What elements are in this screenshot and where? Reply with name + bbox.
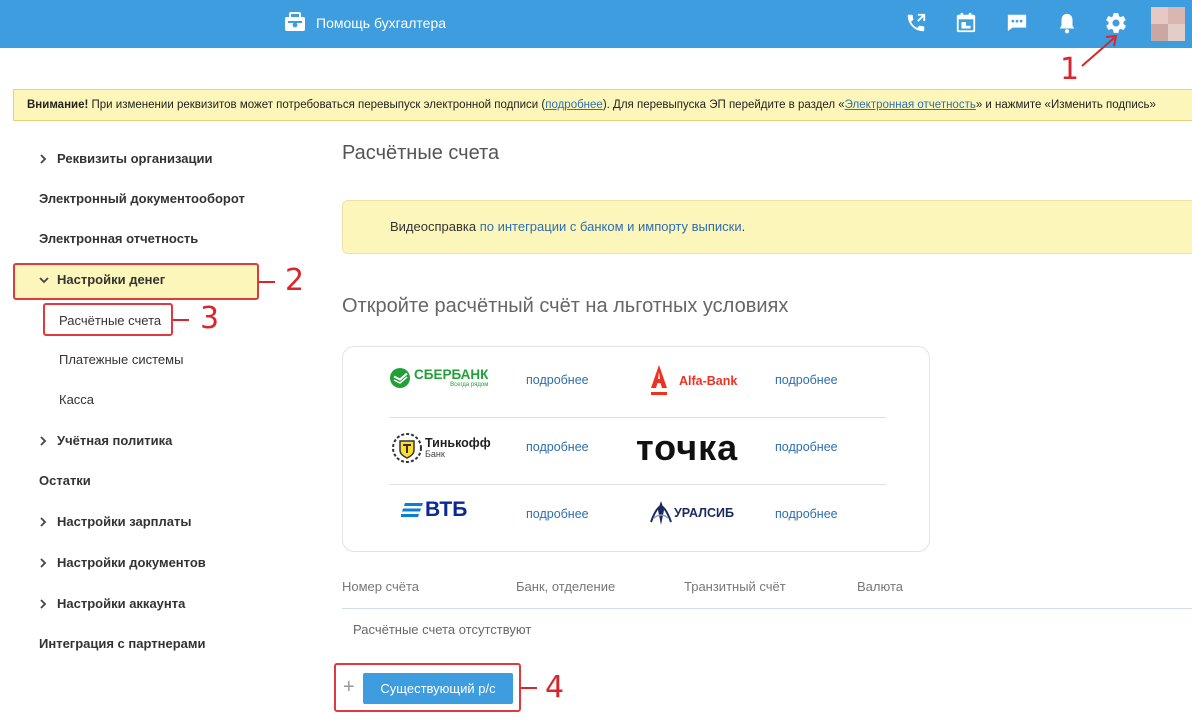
sidebar-item-bank-accounts[interactable]: Расчётные счета bbox=[59, 311, 161, 331]
uralsib-name: УРАЛСИБ bbox=[674, 506, 734, 520]
sidebar-item-edo[interactable]: Электронный документооборот bbox=[39, 189, 245, 209]
bell-icon[interactable] bbox=[1055, 11, 1079, 35]
annotation-2: 2 bbox=[285, 263, 305, 298]
col-transit-account[interactable]: Транзитный счёт bbox=[684, 579, 786, 594]
warning-text: При изменении реквизитов может потребова… bbox=[88, 99, 546, 111]
chevron-down-icon bbox=[39, 270, 51, 290]
warning-reporting-link[interactable]: Электронная отчетность bbox=[845, 99, 976, 111]
sberbank-logo[interactable]: СБЕРБАНК Всегда рядом bbox=[389, 367, 488, 389]
col-currency[interactable]: Валюта bbox=[857, 579, 903, 594]
video-help-link[interactable]: по интеграции с банком и импорту выписки bbox=[480, 219, 742, 234]
annotation-line bbox=[173, 319, 189, 321]
calendar-icon[interactable] bbox=[954, 11, 978, 35]
sidebar-item-balances[interactable]: Остатки bbox=[39, 471, 91, 491]
promo-title: Откройте расчётный счёт на льготных усло… bbox=[342, 295, 789, 317]
add-existing-account-button[interactable]: Существующий р/с bbox=[363, 673, 513, 704]
warning-text: ). Для перевыпуска ЭП перейдите в раздел… bbox=[602, 99, 845, 111]
helper-label: Помощь бухгалтера bbox=[316, 15, 447, 31]
chevron-right-icon bbox=[39, 431, 51, 451]
sidebar-item-accounting-policy[interactable]: Учётная политика bbox=[39, 431, 172, 451]
sidebar-item-label: Остатки bbox=[39, 473, 91, 488]
bank-offers-card: СБЕРБАНК Всегда рядом подробнее Alfa-Ban… bbox=[342, 346, 930, 552]
tochka-logo[interactable]: точка bbox=[636, 430, 738, 466]
sidebar-item-label: Настройки зарплаты bbox=[57, 514, 192, 529]
chevron-right-icon bbox=[39, 594, 51, 614]
uralsib-icon bbox=[650, 501, 672, 525]
warning-text: » и нажмите «Изменить подпись» bbox=[975, 99, 1156, 111]
sidebar-item-document-settings[interactable]: Настройки документов bbox=[39, 553, 206, 573]
chevron-right-icon bbox=[39, 149, 51, 169]
page-title: Расчётные счета bbox=[342, 142, 500, 164]
col-bank-branch[interactable]: Банк, отделение bbox=[516, 579, 615, 594]
tochka-more-link[interactable]: подробнее bbox=[775, 440, 838, 454]
sidebar-item-label: Учётная политика bbox=[57, 433, 173, 448]
top-bar: Помощь бухгалтера bbox=[0, 0, 1192, 48]
plus-icon[interactable]: + bbox=[343, 675, 355, 699]
tinkoff-logo[interactable]: Тинькофф Банк bbox=[391, 432, 491, 464]
sidebar-item-label: Электронный документооборот bbox=[39, 191, 245, 206]
sidebar-item-label: Платежные системы bbox=[59, 352, 184, 367]
warning-more-link[interactable]: подробнее bbox=[545, 99, 603, 111]
uralsib-more-link[interactable]: подробнее bbox=[775, 507, 838, 521]
sidebar-item-account-settings[interactable]: Настройки аккаунта bbox=[39, 594, 185, 614]
tinkoff-crest-icon bbox=[392, 433, 422, 463]
chat-icon[interactable] bbox=[1005, 11, 1029, 35]
divider bbox=[389, 417, 886, 418]
sidebar-item-partner-integration[interactable]: Интеграция с партнерами bbox=[39, 634, 205, 654]
video-help-text: Видеосправка bbox=[390, 219, 480, 234]
video-help-text: . bbox=[741, 219, 746, 234]
sidebar-item-label: Интеграция с партнерами bbox=[39, 636, 206, 651]
phone-icon[interactable] bbox=[904, 11, 928, 35]
vtb-logo[interactable]: ВТБ bbox=[401, 499, 467, 521]
sidebar-item-payment-systems[interactable]: Платежные системы bbox=[59, 350, 183, 370]
annotation-1: 1 bbox=[1060, 52, 1080, 87]
sidebar-item-e-reporting[interactable]: Электронная отчетность bbox=[39, 229, 198, 249]
divider bbox=[389, 484, 886, 485]
avatar[interactable] bbox=[1151, 7, 1185, 41]
video-help-banner: Видеосправка по интеграции с банком и им… bbox=[342, 200, 1192, 254]
sidebar-item-money-settings[interactable]: Настройки денег bbox=[39, 270, 165, 290]
tinkoff-tagline: Банк bbox=[425, 448, 445, 459]
annotation-arrow-icon bbox=[1081, 34, 1118, 67]
tinkoff-more-link[interactable]: подробнее bbox=[526, 440, 589, 454]
sidebar-item-org-details[interactable]: Реквизиты организации bbox=[39, 149, 212, 169]
sidebar-item-label: Реквизиты организации bbox=[57, 151, 213, 166]
vtb-more-link[interactable]: подробнее bbox=[526, 507, 589, 521]
sberbank-name: СБЕРБАНК bbox=[414, 367, 489, 383]
col-account-number[interactable]: Номер счёта bbox=[342, 579, 419, 594]
annotation-line bbox=[259, 281, 275, 283]
sidebar-item-label: Настройки аккаунта bbox=[57, 596, 186, 611]
sidebar-item-label: Настройки денег bbox=[57, 272, 166, 287]
signature-warning: Внимание! При изменении реквизитов может… bbox=[13, 89, 1192, 121]
sberbank-more-link[interactable]: подробнее bbox=[526, 373, 589, 387]
sberbank-icon bbox=[390, 368, 410, 388]
annotation-4: 4 bbox=[545, 670, 565, 705]
helper-icon bbox=[284, 11, 306, 35]
alfa-bank-logo[interactable]: Alfa-Bank bbox=[649, 364, 737, 398]
empty-accounts-message: Расчётные счета отсутствуют bbox=[353, 622, 532, 637]
uralsib-logo[interactable]: УРАЛСИБ bbox=[649, 500, 734, 526]
sidebar-item-cash[interactable]: Касса bbox=[59, 390, 94, 410]
annotation-3: 3 bbox=[200, 301, 220, 336]
warning-title: Внимание! bbox=[27, 99, 89, 111]
sidebar-item-label: Настройки документов bbox=[57, 555, 206, 570]
alfa-bank-more-link[interactable]: подробнее bbox=[775, 373, 838, 387]
sidebar-item-salary-settings[interactable]: Настройки зарплаты bbox=[39, 512, 191, 532]
sidebar-item-label: Расчётные счета bbox=[59, 313, 162, 328]
alfa-bank-icon bbox=[651, 365, 667, 395]
sidebar-item-label: Электронная отчетность bbox=[39, 231, 199, 246]
table-divider bbox=[342, 608, 1192, 609]
vtb-name: ВТБ bbox=[425, 498, 468, 521]
tochka-name: точка bbox=[636, 427, 739, 468]
tinkoff-name: Тинькофф bbox=[425, 435, 491, 450]
annotation-line bbox=[521, 687, 537, 689]
sidebar-item-label: Касса bbox=[59, 392, 95, 407]
accountant-help-link[interactable]: Помощь бухгалтера bbox=[284, 11, 446, 35]
sberbank-tagline: Всегда рядом bbox=[450, 381, 489, 388]
vtb-stripes-icon bbox=[401, 503, 423, 517]
alfa-bank-name: Alfa-Bank bbox=[679, 374, 738, 388]
chevron-right-icon bbox=[39, 553, 51, 573]
chevron-right-icon bbox=[39, 512, 51, 532]
